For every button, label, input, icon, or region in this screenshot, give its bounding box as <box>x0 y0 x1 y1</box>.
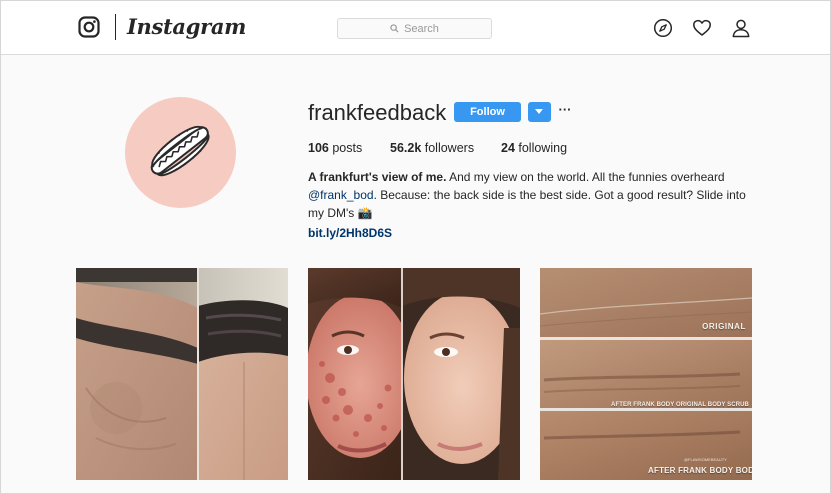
posts-label: posts <box>328 141 363 155</box>
instagram-wordmark[interactable]: Instagram <box>127 13 246 41</box>
caret-down-icon <box>535 109 543 114</box>
followers-count: 56.2k <box>390 141 422 155</box>
bio-line-2: @frank_bod. Because: the back side is th… <box>308 186 748 204</box>
post-3-label-balm: AFTER FRANK BODY BODY BALM <box>648 466 752 475</box>
suggestions-dropdown-button[interactable] <box>528 102 551 122</box>
heart-icon[interactable] <box>692 18 712 38</box>
bio-line-1: A frankfurt's view of me. And my view on… <box>308 168 748 186</box>
stat-following[interactable]: 24 following <box>501 140 567 156</box>
bio-line-3: my DM's 📸 <box>308 206 373 220</box>
posts-count: 106 <box>308 141 329 155</box>
post-thumbnail-2[interactable] <box>308 268 520 480</box>
stat-followers[interactable]: 56.2k followers <box>390 140 474 156</box>
hotdog-icon <box>150 125 210 177</box>
more-options-button[interactable]: ··· <box>558 100 572 120</box>
stat-posts: 106 posts <box>308 140 362 156</box>
post-3-label-scrub: AFTER FRANK BODY ORIGINAL BODY SCRUB <box>611 402 749 408</box>
person-icon[interactable] <box>731 18 751 38</box>
top-navigation-bar: Instagram Search <box>1 1 830 55</box>
search-icon <box>390 24 399 33</box>
bio-title: A frankfurt's view of me. <box>308 170 447 184</box>
search-placeholder: Search <box>404 22 439 35</box>
post-thumbnail-1[interactable] <box>76 268 288 480</box>
profile-avatar[interactable] <box>125 97 236 208</box>
post-3-label-handle: @FLAWSOMEBEAUTY <box>684 457 727 462</box>
post-2-image <box>308 268 520 480</box>
followers-label: followers <box>421 141 475 155</box>
logo-divider <box>115 14 116 40</box>
follow-button[interactable]: Follow <box>454 102 521 122</box>
profile-bio: A frankfurt's view of me. And my view on… <box>308 168 748 242</box>
bio-website-link[interactable]: bit.ly/2Hh8D6S <box>308 224 748 242</box>
post-1-image <box>76 268 288 480</box>
following-count: 24 <box>501 141 515 155</box>
bio-line-2-text: . Because: the back side is the best sid… <box>373 188 746 202</box>
instagram-glyph-icon[interactable] <box>78 16 100 38</box>
post-thumbnail-3[interactable]: ORIGINAL AFTER FRANK BODY ORIGINAL BODY … <box>540 268 752 480</box>
following-label: following <box>514 141 568 155</box>
bio-mention-link[interactable]: @frank_bod <box>308 188 374 202</box>
post-3-image <box>540 268 752 480</box>
profile-username: frankfeedback <box>308 100 447 125</box>
post-3-label-original: ORIGINAL <box>702 322 746 331</box>
compass-icon[interactable] <box>653 18 673 38</box>
bio-line-1-text: And my view on the world. All the funnie… <box>446 170 725 184</box>
search-input[interactable]: Search <box>337 18 492 39</box>
